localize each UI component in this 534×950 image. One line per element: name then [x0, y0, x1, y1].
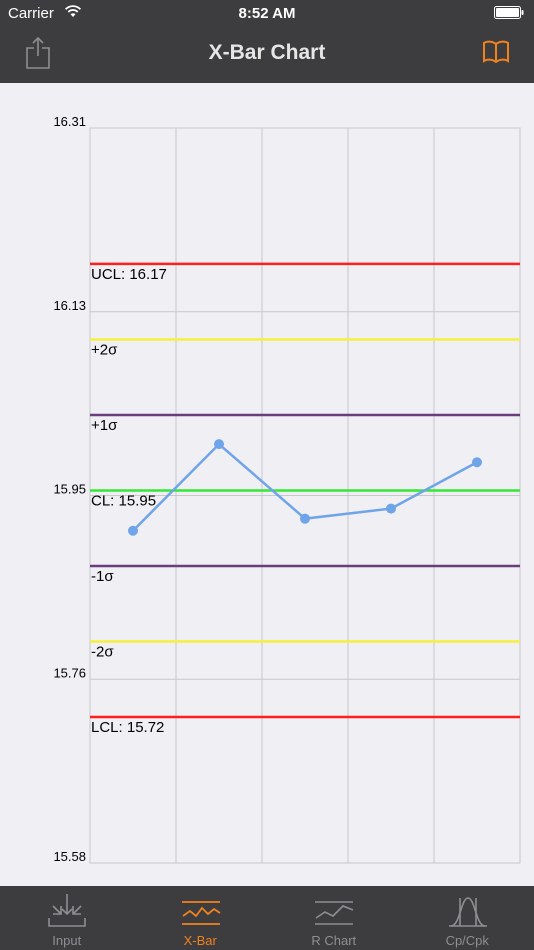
- chart-canvas: 16.31 16.13 15.95 15.76 15.58 UCL: 16.17 +2σ +1…: [53, 114, 521, 864]
- y-tick-label: 15.95: [53, 482, 86, 497]
- y-tick-label: 15.76: [53, 665, 86, 680]
- page-title: X-Bar Chart: [208, 41, 326, 64]
- status-bar: Carrier 8:52 AM: [0, 0, 534, 26]
- y-tick-label: 15.58: [53, 849, 86, 864]
- data-point: [386, 503, 396, 514]
- data-point: [472, 457, 482, 468]
- tab-bar: Input X-Bar R Chart Cp/Cpk: [0, 886, 534, 950]
- tab-input[interactable]: Input: [0, 886, 134, 950]
- control-line-label: LCL: 15.72: [91, 719, 164, 736]
- control-line-label: UCL: 16.17: [91, 266, 167, 283]
- tab-cp-cpk-label: Cp/Cpk: [445, 933, 489, 948]
- cpk-curve-icon: [448, 897, 487, 927]
- data-point: [300, 513, 310, 524]
- input-icon: [48, 894, 86, 927]
- tab-cp-cpk[interactable]: Cp/Cpk: [401, 886, 534, 950]
- y-tick-label: 16.13: [53, 298, 86, 313]
- xbar-chart: 16.31 16.13 15.95 15.76 15.58 UCL: 16.17 +2σ +1…: [0, 83, 534, 886]
- data-point: [128, 525, 138, 536]
- control-line-label: -1σ: [91, 568, 114, 585]
- control-line-label: CL: 15.95: [91, 492, 156, 509]
- tab-r-chart[interactable]: R Chart: [267, 886, 401, 950]
- tab-xbar[interactable]: X-Bar: [134, 886, 268, 950]
- tab-input-label: Input: [52, 933, 82, 948]
- xbar-chart-icon: [181, 901, 220, 925]
- control-line-label: +1σ: [91, 417, 118, 434]
- tab-r-chart-label: R Chart: [311, 933, 357, 948]
- control-line-label: +2σ: [91, 341, 118, 358]
- r-chart-icon: [315, 901, 354, 925]
- data-point: [214, 439, 224, 450]
- tab-xbar-label: X-Bar: [183, 933, 217, 948]
- control-line-label: -2σ: [91, 643, 114, 660]
- navigation-bar: X-Bar Chart: [0, 26, 534, 83]
- status-time: 8:52 AM: [238, 5, 296, 22]
- battery-icon: [494, 6, 524, 19]
- book-icon[interactable]: [482, 40, 510, 64]
- y-tick-label: 16.31: [53, 114, 86, 129]
